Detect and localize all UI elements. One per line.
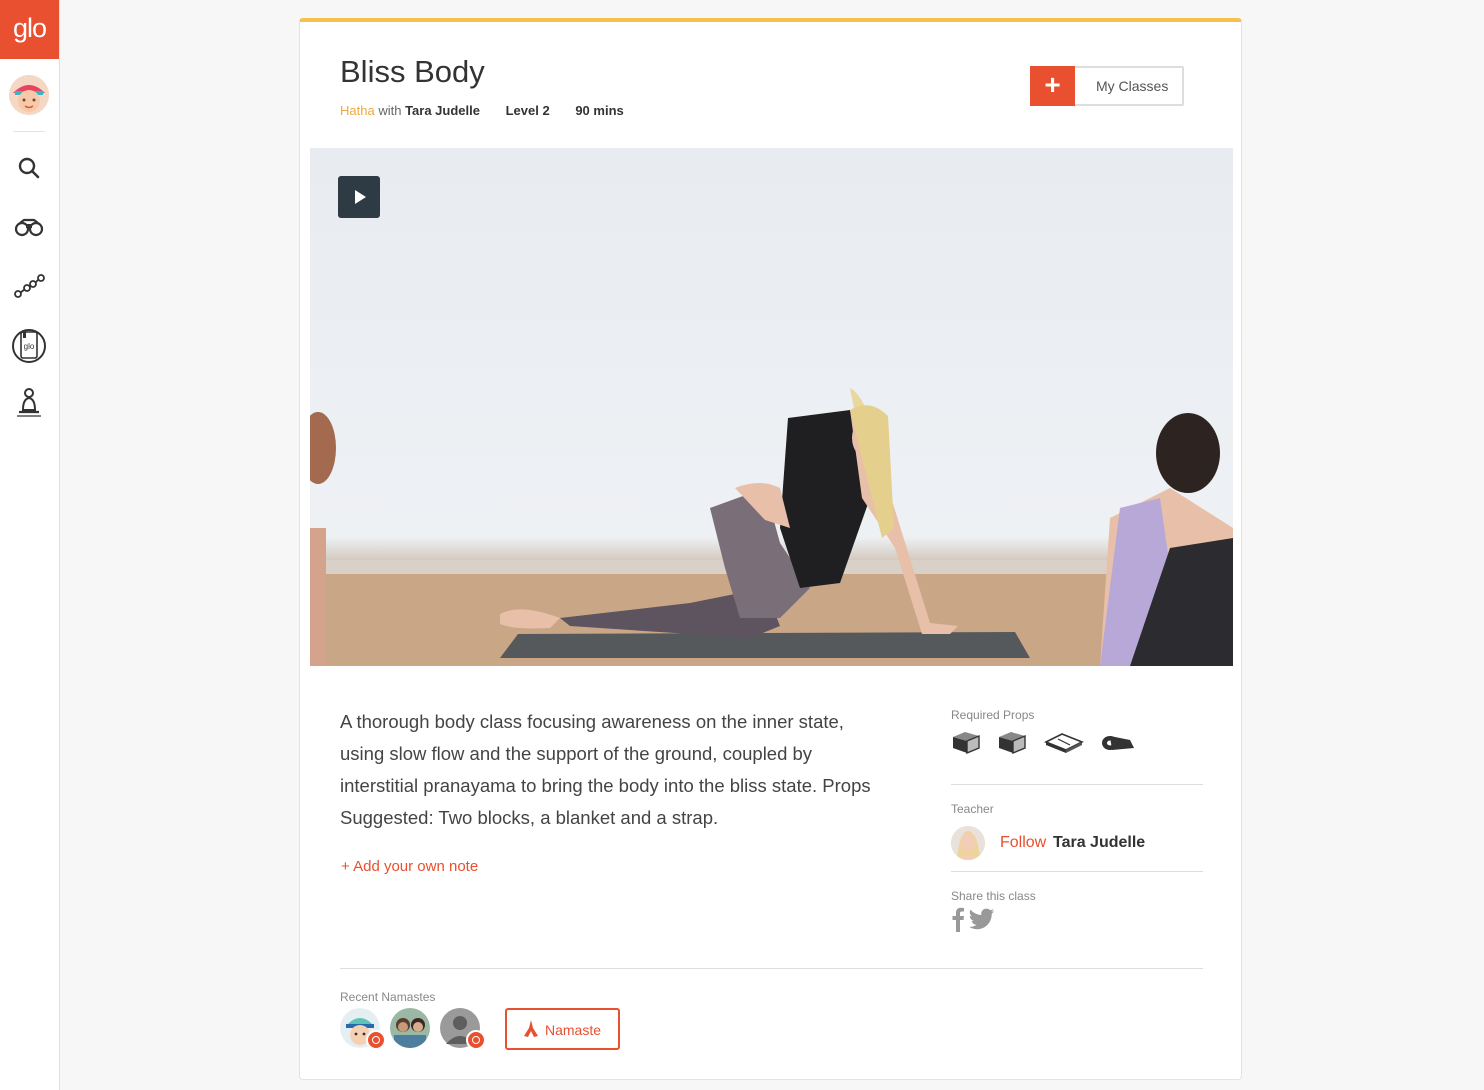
- search-icon[interactable]: [11, 150, 47, 186]
- class-meta: Hatha with Tara Judelle Level 2 90 mins: [340, 103, 624, 118]
- class-card: Bliss Body Hatha with Tara Judelle Level…: [299, 18, 1242, 1080]
- with-text: with: [378, 103, 402, 118]
- class-teacher[interactable]: Tara Judelle: [405, 103, 480, 118]
- video-still: [310, 388, 1233, 666]
- divider: [951, 871, 1203, 872]
- teacher-label: Teacher: [951, 802, 994, 816]
- plus-icon: +: [1030, 66, 1075, 106]
- sidebar: glo glo: [0, 0, 60, 1090]
- glo-journal-icon[interactable]: glo: [11, 327, 47, 363]
- namaste-user-avatar[interactable]: [340, 1008, 386, 1050]
- block-icon: [951, 730, 981, 759]
- sidebar-divider: [13, 131, 45, 132]
- divider: [340, 968, 1203, 969]
- class-description: A thorough body class focusing awareness…: [340, 711, 871, 828]
- block-icon: [997, 730, 1027, 759]
- share-icons: [951, 906, 995, 937]
- facebook-icon[interactable]: [951, 906, 965, 937]
- twitter-icon[interactable]: [969, 908, 995, 935]
- svg-text:glo: glo: [24, 342, 35, 351]
- my-classes-label: My Classes: [1096, 78, 1169, 94]
- add-note-link[interactable]: + Add your own note: [341, 858, 478, 875]
- teacher-avatar[interactable]: [951, 826, 985, 860]
- glo-logo[interactable]: glo: [0, 0, 59, 59]
- recent-namastes-label: Recent Namastes: [340, 990, 436, 1004]
- teacher-name[interactable]: Tara Judelle: [1053, 834, 1145, 852]
- namaste-hands-icon: [524, 1020, 538, 1037]
- binoculars-icon[interactable]: [11, 209, 47, 245]
- class-duration: 90 mins: [575, 103, 624, 118]
- strap-icon: [1100, 730, 1136, 759]
- namaste-user-avatar[interactable]: [390, 1008, 430, 1048]
- progress-path-icon[interactable]: [11, 268, 47, 304]
- play-button[interactable]: [338, 176, 380, 218]
- class-level: Level 2: [505, 103, 550, 118]
- follow-teacher-link[interactable]: Follow: [1000, 834, 1046, 852]
- namaste-user-avatar[interactable]: [440, 1008, 486, 1050]
- add-to-my-classes-button[interactable]: + My Classes: [1030, 66, 1184, 106]
- share-label: Share this class: [951, 889, 1036, 903]
- class-video[interactable]: [310, 148, 1233, 666]
- namaste-badge-icon: [366, 1030, 386, 1050]
- namaste-button[interactable]: Namaste: [505, 1008, 620, 1050]
- required-props-label: Required Props: [951, 708, 1035, 722]
- required-props: [951, 730, 1148, 759]
- class-title: Bliss Body: [340, 54, 485, 89]
- user-avatar[interactable]: [9, 75, 49, 115]
- blanket-icon: [1043, 730, 1084, 759]
- namaste-button-label: Namaste: [545, 1022, 602, 1038]
- meditation-icon[interactable]: [11, 384, 47, 420]
- class-style[interactable]: Hatha: [340, 103, 375, 118]
- namaste-badge-icon: [466, 1030, 486, 1050]
- divider: [951, 784, 1203, 785]
